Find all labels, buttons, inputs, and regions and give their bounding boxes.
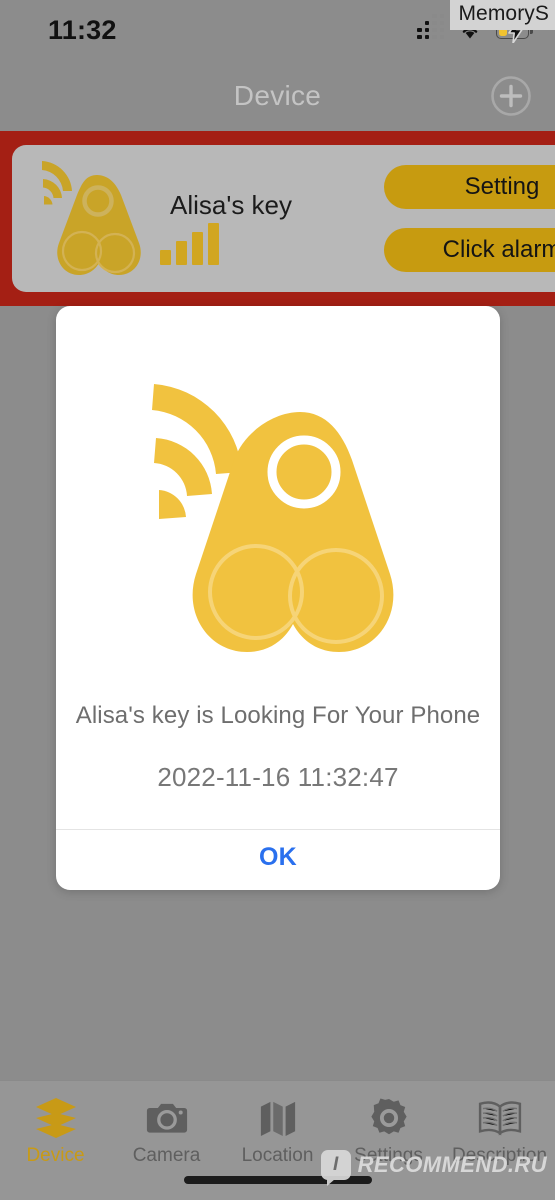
open-book-icon <box>478 1095 522 1141</box>
tab-label: Camera <box>132 1145 201 1166</box>
page-title: Device <box>233 80 322 111</box>
status-time: 11:32 <box>48 14 117 45</box>
watermark-badge-icon: I <box>320 1150 351 1186</box>
bluetooth-tracker-searching-icon <box>56 306 500 696</box>
alert-dialog: Alisa's key is Looking For Your Phone 20… <box>56 306 500 890</box>
device-card[interactable]: Alisa's key Setting Click alarm <box>12 145 555 292</box>
map-icon <box>259 1095 297 1141</box>
alert-message: Alisa's key is Looking For Your Phone <box>75 702 481 729</box>
alert-ok-button[interactable]: OK <box>56 830 500 885</box>
alert-timestamp: 2022-11-16 11:32:47 <box>157 762 399 792</box>
tab-location[interactable]: Location <box>222 1095 333 1167</box>
device-row-highlight: Alisa's key Setting Click alarm <box>0 131 555 306</box>
tab-device[interactable]: Device <box>0 1095 111 1167</box>
watermark-text: RECOMMEND.RU <box>357 1152 547 1177</box>
site-watermark: I RECOMMEND.RU <box>320 1150 547 1186</box>
app-header: Device <box>0 60 555 132</box>
device-name-label: Alisa's key <box>170 190 293 220</box>
tab-label: Device <box>26 1145 85 1166</box>
plus-circle-icon[interactable] <box>490 75 532 117</box>
device-click-alarm-button[interactable]: Click alarm <box>384 228 555 272</box>
layers-icon <box>33 1095 79 1141</box>
tab-camera[interactable]: Camera <box>111 1095 222 1167</box>
memorys-overlay-label: MemoryS <box>450 0 555 30</box>
bluetooth-tracker-icon <box>34 151 164 286</box>
cellular-signal-dots-icon <box>417 13 444 39</box>
phone-screen: 11:32 MemoryS Device Alisa's key Setting… <box>0 0 555 1200</box>
signal-bars-icon <box>160 223 219 265</box>
device-setting-button[interactable]: Setting <box>384 165 555 209</box>
camera-icon <box>146 1095 188 1141</box>
gear-icon <box>369 1095 409 1141</box>
tab-label: Location <box>241 1145 314 1166</box>
